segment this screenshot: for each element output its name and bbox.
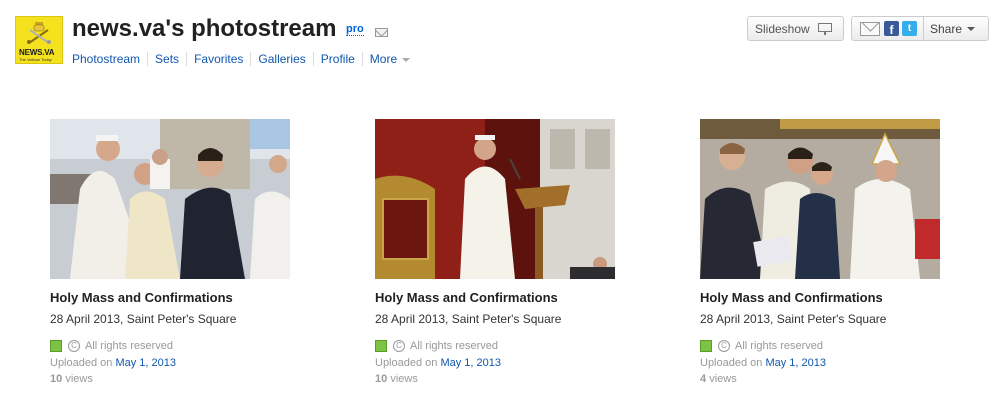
email-share-icon[interactable]	[860, 21, 880, 36]
projector-screen-icon	[817, 22, 832, 35]
license-row: C All rights reserved	[50, 340, 330, 352]
upload-date-link[interactable]: May 1, 2013	[765, 357, 826, 369]
nav-divider	[361, 52, 363, 66]
uploaded-prefix: Uploaded on	[375, 357, 441, 369]
copyright-icon: C	[68, 340, 80, 352]
facebook-icon[interactable]: f	[884, 21, 899, 36]
upload-info: Uploaded on May 1, 2013	[700, 357, 980, 369]
share-divider	[923, 17, 924, 40]
twitter-icon[interactable]: t	[902, 21, 917, 36]
view-count: 4 views	[700, 373, 980, 385]
photo-description: 28 April 2013, Saint Peter's Square	[50, 312, 237, 326]
license-row: C All rights reserved	[375, 340, 655, 352]
license-status-icon	[375, 340, 387, 352]
photo-card: Holy Mass and Confirmations 28 April 201…	[50, 119, 330, 385]
photo-description: 28 April 2013, Saint Peter's Square	[375, 312, 562, 326]
views-label: views	[390, 373, 418, 385]
views-label: views	[709, 373, 737, 385]
license-status-icon	[50, 340, 62, 352]
views-label: views	[65, 373, 93, 385]
papal-keys-icon	[27, 22, 51, 44]
nav-more[interactable]: More	[370, 52, 411, 66]
photo-thumbnail[interactable]	[375, 119, 615, 279]
upload-date-link[interactable]: May 1, 2013	[115, 357, 176, 369]
photo-title[interactable]: Holy Mass and Confirmations	[50, 290, 330, 305]
upload-info: Uploaded on May 1, 2013	[50, 357, 330, 369]
views-number: 10	[375, 373, 388, 385]
license-row: C All rights reserved	[700, 340, 980, 352]
pro-badge[interactable]: pro	[346, 23, 364, 36]
nav-profile[interactable]: Profile	[321, 52, 355, 66]
slideshow-label: Slideshow	[755, 21, 810, 36]
view-count: 10 views	[375, 373, 655, 385]
nav-sets[interactable]: Sets	[155, 52, 179, 66]
logo-text: NEWS.VA	[19, 48, 55, 57]
nav-divider	[186, 52, 188, 66]
nav-favorites[interactable]: Favorites	[194, 52, 243, 66]
nav-galleries[interactable]: Galleries	[258, 52, 305, 66]
photo-card: Holy Mass and Confirmations 28 April 201…	[375, 119, 655, 385]
license-text: All rights reserved	[735, 340, 824, 352]
copyright-icon: C	[718, 340, 730, 352]
nav-divider	[312, 52, 314, 66]
share-button[interactable]: Share	[930, 22, 962, 36]
chevron-down-icon[interactable]	[967, 27, 976, 31]
license-status-icon	[700, 340, 712, 352]
nav-divider	[250, 52, 252, 66]
photo-thumbnail[interactable]	[700, 119, 940, 279]
license-text: All rights reserved	[85, 340, 174, 352]
page-title: news.va's photostream	[72, 15, 337, 42]
upload-date-link[interactable]: May 1, 2013	[440, 357, 501, 369]
photo-card: Holy Mass and Confirmations 28 April 201…	[700, 119, 980, 385]
chevron-down-icon	[402, 57, 411, 62]
news-va-logo[interactable]: NEWS.VA The Vatican Today	[15, 16, 63, 64]
nav-more-label[interactable]: More	[370, 52, 397, 66]
view-count: 10 views	[50, 373, 330, 385]
photostream-nav: Photostream Sets Favorites Galleries Pro…	[72, 52, 411, 66]
photo-image	[50, 119, 290, 279]
uploaded-prefix: Uploaded on	[50, 357, 116, 369]
slideshow-button[interactable]: Slideshow	[747, 16, 844, 41]
photo-thumbnail[interactable]	[50, 119, 290, 279]
nav-divider	[147, 52, 149, 66]
views-number: 10	[50, 373, 63, 385]
photo-title[interactable]: Holy Mass and Confirmations	[700, 290, 980, 305]
photo-image	[375, 119, 615, 279]
photo-description: 28 April 2013, Saint Peter's Square	[700, 312, 887, 326]
logo-subtext: The Vatican Today	[19, 57, 52, 62]
copyright-icon: C	[393, 340, 405, 352]
nav-photostream[interactable]: Photostream	[72, 52, 140, 66]
photo-title[interactable]: Holy Mass and Confirmations	[375, 290, 655, 305]
share-button-group: f t Share	[851, 16, 989, 41]
uploaded-prefix: Uploaded on	[700, 357, 766, 369]
mail-icon[interactable]	[375, 28, 388, 37]
upload-info: Uploaded on May 1, 2013	[375, 357, 655, 369]
license-text: All rights reserved	[410, 340, 499, 352]
photo-image	[700, 119, 940, 279]
views-number: 4	[700, 373, 707, 385]
